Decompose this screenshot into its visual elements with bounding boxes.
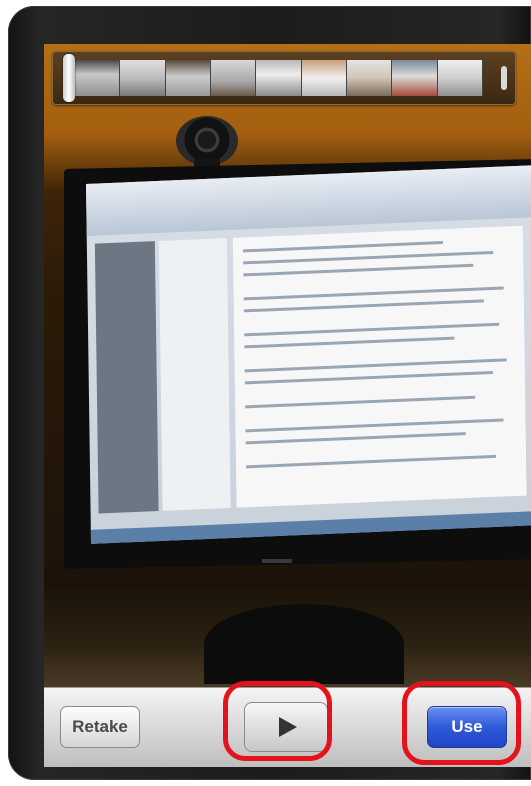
filmstrip-frame [256, 60, 302, 96]
device-frame: Retake Use [8, 6, 531, 780]
filmstrip-frame [437, 60, 483, 96]
video-preview [44, 44, 531, 687]
filmstrip-frame [301, 60, 347, 96]
bottom-toolbar: Retake Use [44, 687, 531, 767]
reading-pane-image [232, 225, 527, 508]
filmstrip-frame [75, 60, 121, 96]
filmstrip-frame [346, 60, 393, 96]
filmstrip-frame [392, 60, 438, 96]
nav-pane-image [94, 241, 159, 514]
monitor-screen-image [86, 164, 531, 544]
scrubber-end-handle[interactable] [501, 66, 507, 90]
retake-button[interactable]: Retake [60, 706, 140, 748]
use-button-label: Use [451, 717, 483, 736]
play-icon [279, 717, 297, 737]
filmstrip-frame [210, 60, 257, 96]
use-button[interactable]: Use [427, 706, 507, 748]
screen: Retake Use [44, 44, 531, 767]
message-list-image [158, 238, 231, 511]
filmstrip-frames [75, 60, 483, 96]
scrubber-handle[interactable] [63, 54, 75, 102]
monitor-logo [262, 559, 292, 563]
monitor-stand-image [204, 604, 404, 684]
retake-button-label: Retake [72, 717, 128, 736]
filmstrip-scrubber[interactable] [52, 51, 516, 105]
play-button[interactable] [244, 702, 328, 752]
filmstrip-frame [165, 60, 211, 96]
filmstrip-frame [120, 60, 166, 96]
